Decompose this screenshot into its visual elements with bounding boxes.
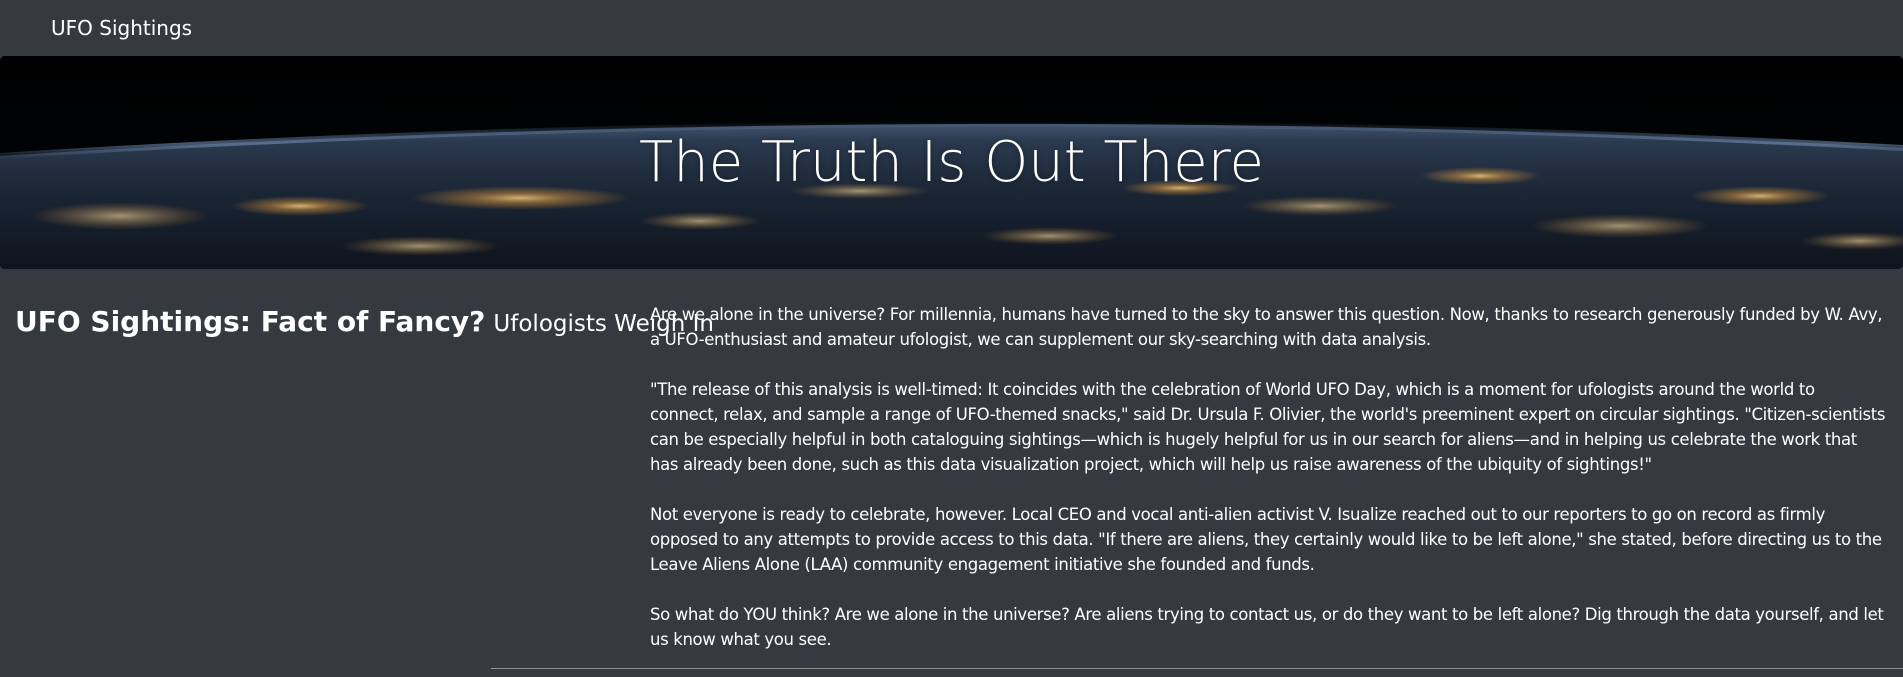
section-divider [491, 668, 1903, 669]
article-body: Are we alone in the universe? For millen… [650, 302, 1886, 677]
article-paragraph: "The release of this analysis is well-ti… [650, 380, 1886, 474]
hero-title: The Truth Is Out There [639, 130, 1264, 195]
article-heading: UFO Sightings: Fact of Fancy? Ufologists … [15, 302, 714, 344]
article-paragraph: Are we alone in the universe? For millen… [650, 305, 1883, 349]
hero-banner: The Truth Is Out There [0, 56, 1903, 269]
article-heading-main: UFO Sightings: Fact of Fancy? [15, 305, 486, 338]
article-paragraph: So what do YOU think? Are we alone in th… [650, 605, 1884, 649]
article-paragraph: Not everyone is ready to celebrate, howe… [650, 505, 1882, 574]
navbar: UFO Sightings [0, 0, 1903, 56]
navbar-brand-link[interactable]: UFO Sightings [51, 15, 192, 41]
